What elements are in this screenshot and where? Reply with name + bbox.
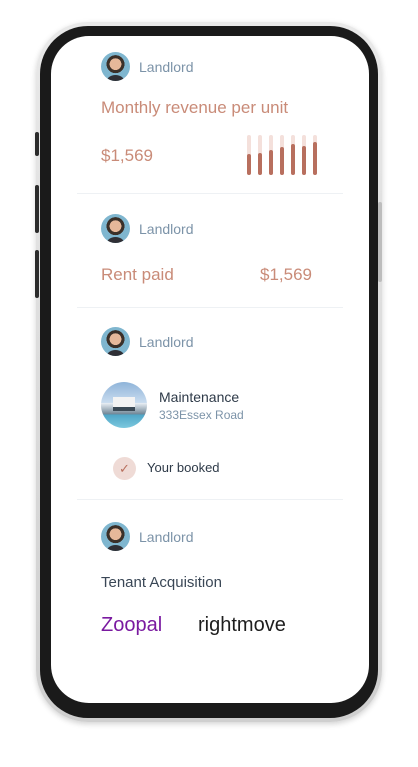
revenue-bar-fill bbox=[269, 150, 273, 175]
avatar[interactable] bbox=[101, 327, 130, 356]
revenue-bar bbox=[313, 135, 317, 175]
card-maintenance-header: Landlord bbox=[101, 327, 194, 356]
revenue-bar bbox=[280, 135, 284, 175]
partner-rightmove[interactable]: rightmove bbox=[198, 614, 286, 637]
revenue-bar bbox=[291, 135, 295, 175]
revenue-bar bbox=[258, 135, 262, 175]
revenue-bar bbox=[247, 135, 251, 175]
divider bbox=[77, 193, 343, 194]
revenue-bar bbox=[302, 135, 306, 175]
power-button bbox=[378, 202, 382, 282]
volume-up-button bbox=[35, 185, 39, 233]
property-thumbnail[interactable] bbox=[101, 382, 147, 428]
revenue-bar-fill bbox=[258, 153, 262, 175]
role-label: Landlord bbox=[139, 528, 194, 545]
avatar[interactable] bbox=[101, 214, 130, 243]
check-icon[interactable]: ✓ bbox=[113, 457, 136, 480]
divider bbox=[77, 307, 343, 308]
role-label: Landlord bbox=[139, 58, 194, 75]
acquisition-title: Tenant Acquisition bbox=[101, 574, 222, 591]
role-label: Landlord bbox=[139, 220, 194, 237]
revenue-bar-fill bbox=[280, 147, 284, 175]
rent-amount: $1,569 bbox=[260, 265, 312, 284]
revenue-bars bbox=[247, 135, 321, 175]
phone-screen: Landlord Monthly revenue per unit $1,569… bbox=[51, 36, 369, 703]
mute-switch bbox=[35, 132, 39, 156]
revenue-bar-fill bbox=[291, 143, 295, 175]
volume-down-button bbox=[35, 250, 39, 298]
revenue-bar-fill bbox=[247, 154, 251, 175]
card-revenue-header: Landlord bbox=[101, 52, 194, 81]
card-acquisition-header: Landlord bbox=[101, 522, 194, 551]
role-label: Landlord bbox=[139, 333, 194, 350]
avatar[interactable] bbox=[101, 522, 130, 551]
maintenance-title: Maintenance bbox=[159, 389, 240, 405]
revenue-bar-fill bbox=[302, 145, 306, 175]
card-rent-header: Landlord bbox=[101, 214, 194, 243]
avatar[interactable] bbox=[101, 52, 130, 81]
revenue-title: Monthly revenue per unit bbox=[101, 98, 289, 117]
divider bbox=[77, 499, 343, 500]
partner-zoopla[interactable]: Zoopal bbox=[101, 614, 162, 637]
revenue-bar-fill bbox=[313, 142, 317, 175]
revenue-amount: $1,569 bbox=[101, 146, 153, 165]
rent-title: Rent paid bbox=[101, 265, 174, 284]
maintenance-address: 333Essex Road bbox=[159, 408, 244, 422]
revenue-bar bbox=[269, 135, 273, 175]
booking-status: Your booked bbox=[147, 460, 220, 475]
